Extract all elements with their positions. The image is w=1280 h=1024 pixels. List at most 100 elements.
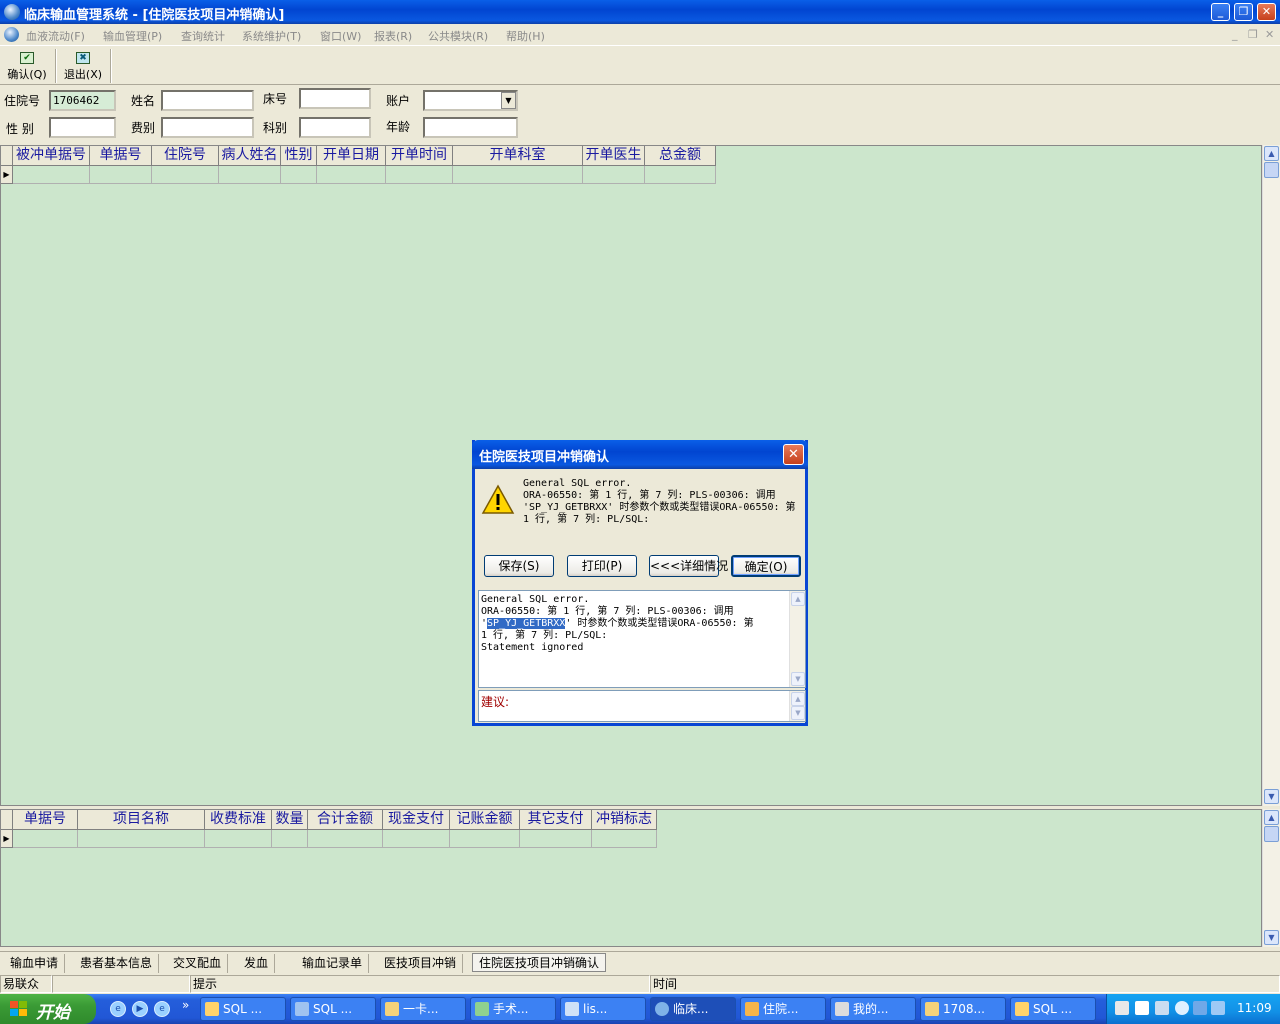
error-detail-textarea[interactable]: General SQL error. ORA-06550: 第 1 行, 第 7… bbox=[478, 590, 806, 688]
col-offset-flag[interactable]: 冲销标志 bbox=[592, 810, 657, 830]
bed-field[interactable] bbox=[299, 88, 371, 109]
fee-type-field[interactable] bbox=[161, 117, 254, 138]
table-cell[interactable] bbox=[386, 166, 453, 184]
connection-icon[interactable] bbox=[1211, 1001, 1225, 1015]
tab-transfusion-request[interactable]: 输血申请 bbox=[4, 954, 66, 973]
browser-icon[interactable]: e bbox=[154, 1001, 170, 1017]
col-order-doctor[interactable]: 开单医生 bbox=[583, 146, 645, 166]
col-gender[interactable]: 性别 bbox=[281, 146, 317, 166]
clock[interactable]: 11:09 bbox=[1237, 1001, 1272, 1015]
tab-transfusion-record[interactable]: 输血记录单 bbox=[296, 954, 370, 973]
menu-common-modules[interactable]: 公共模块(R) bbox=[428, 28, 488, 44]
table-cell[interactable] bbox=[90, 166, 152, 184]
taskbar-item[interactable]: SQL ... bbox=[1010, 997, 1096, 1021]
col-doc-no[interactable]: 单据号 bbox=[13, 810, 78, 830]
scroll-up-icon[interactable]: ▲ bbox=[791, 692, 805, 706]
taskbar-item[interactable]: SQL ... bbox=[290, 997, 376, 1021]
col-order-date[interactable]: 开单日期 bbox=[317, 146, 386, 166]
table-cell[interactable] bbox=[450, 830, 520, 848]
suggestion-textarea[interactable]: 建议: ▲ ▼ bbox=[478, 690, 806, 722]
scroll-down-icon[interactable]: ▼ bbox=[791, 706, 805, 720]
mdi-minimize-button[interactable]: _ bbox=[1232, 28, 1238, 41]
chevron-down-icon[interactable]: ▼ bbox=[501, 92, 516, 109]
table-cell[interactable] bbox=[219, 166, 281, 184]
menu-blood-flow[interactable]: 血液流动(F) bbox=[26, 28, 85, 44]
menu-query-stats[interactable]: 查询统计 bbox=[181, 28, 225, 44]
ok-button[interactable]: 确定(O) bbox=[731, 555, 801, 577]
table-cell[interactable] bbox=[583, 166, 645, 184]
col-fee-standard[interactable]: 收费标准 bbox=[205, 810, 272, 830]
suggestion-scrollbar[interactable]: ▲ ▼ bbox=[789, 691, 805, 721]
exit-button[interactable]: ✖ 退出(X) bbox=[58, 49, 108, 83]
scroll-down-icon[interactable]: ▼ bbox=[1264, 930, 1279, 945]
col-order-time[interactable]: 开单时间 bbox=[386, 146, 453, 166]
ie-icon[interactable]: e bbox=[110, 1001, 126, 1017]
scroll-up-icon[interactable]: ▲ bbox=[791, 592, 805, 606]
tab-cross-match[interactable]: 交叉配血 bbox=[167, 954, 229, 973]
table-cell[interactable] bbox=[13, 166, 90, 184]
scroll-down-icon[interactable]: ▼ bbox=[791, 672, 805, 686]
table-row[interactable]: ▶ bbox=[1, 166, 716, 184]
admission-no-field[interactable]: 1706462 bbox=[49, 90, 116, 111]
col-doc-no[interactable]: 单据号 bbox=[90, 146, 152, 166]
tab-inpatient-tech-offset-confirm[interactable]: 住院医技项目冲销确认 bbox=[472, 953, 607, 972]
table-cell[interactable] bbox=[520, 830, 592, 848]
age-field[interactable] bbox=[423, 117, 518, 138]
window-title-bar[interactable]: 临床输血管理系统 - [住院医技项目冲销确认] _ ❐ ✕ bbox=[0, 0, 1280, 24]
taskbar-item[interactable]: 手术... bbox=[470, 997, 556, 1021]
col-admission-no[interactable]: 住院号 bbox=[152, 146, 219, 166]
quicklaunch-more-icon[interactable]: » bbox=[182, 998, 189, 1012]
scroll-up-icon[interactable]: ▲ bbox=[1264, 810, 1279, 825]
close-button[interactable]: ✕ bbox=[1257, 3, 1276, 21]
taskbar-item[interactable]: 我的... bbox=[830, 997, 916, 1021]
menu-reports[interactable]: 报表(R) bbox=[374, 28, 412, 44]
shield-icon[interactable] bbox=[1193, 1001, 1207, 1015]
minimize-button[interactable]: _ bbox=[1211, 3, 1230, 21]
taskbar-item[interactable]: 1708... bbox=[920, 997, 1006, 1021]
help-icon[interactable] bbox=[1135, 1001, 1149, 1015]
print-button[interactable]: 打印(P) bbox=[567, 555, 637, 577]
table-cell[interactable] bbox=[13, 830, 78, 848]
details-button[interactable]: <<<详细情况 bbox=[649, 555, 728, 577]
table-cell[interactable] bbox=[317, 166, 386, 184]
table-cell[interactable] bbox=[383, 830, 450, 848]
taskbar-item[interactable]: 住院... bbox=[740, 997, 826, 1021]
top-grid-scrollbar[interactable]: ▲ ▼ bbox=[1262, 145, 1280, 806]
mdi-app-icon[interactable] bbox=[4, 27, 19, 42]
network-icon[interactable] bbox=[1155, 1001, 1169, 1015]
table-cell[interactable] bbox=[272, 830, 308, 848]
scroll-up-icon[interactable]: ▲ bbox=[1264, 146, 1279, 161]
col-quantity[interactable]: 数量 bbox=[272, 810, 308, 830]
col-cash-payment[interactable]: 现金支付 bbox=[383, 810, 450, 830]
dialog-close-button[interactable]: ✕ bbox=[783, 444, 804, 465]
table-cell[interactable] bbox=[453, 166, 583, 184]
mdi-restore-button[interactable]: ❐ bbox=[1248, 28, 1258, 41]
col-total-amount[interactable]: 合计金额 bbox=[308, 810, 383, 830]
dialog-title-bar[interactable]: 住院医技项目冲销确认 ✕ bbox=[472, 440, 808, 469]
table-cell[interactable] bbox=[592, 830, 657, 848]
col-account-amount[interactable]: 记账金额 bbox=[450, 810, 520, 830]
menu-transfusion-mgmt[interactable]: 输血管理(P) bbox=[103, 28, 162, 44]
detail-scrollbar[interactable]: ▲ ▼ bbox=[789, 591, 805, 687]
table-cell[interactable] bbox=[78, 830, 205, 848]
menu-window[interactable]: 窗口(W) bbox=[320, 28, 361, 44]
taskbar-item[interactable]: lis... bbox=[560, 997, 646, 1021]
name-field[interactable] bbox=[161, 90, 254, 111]
account-select[interactable]: ▼ bbox=[423, 90, 518, 111]
item-detail-grid[interactable]: 单据号 项目名称 收费标准 数量 合计金额 现金支付 记账金额 其它支付 冲销标… bbox=[0, 809, 1262, 947]
col-other-payment[interactable]: 其它支付 bbox=[520, 810, 592, 830]
restore-button[interactable]: ❐ bbox=[1234, 3, 1253, 21]
save-button[interactable]: 保存(S) bbox=[484, 555, 554, 577]
col-patient-name[interactable]: 病人姓名 bbox=[219, 146, 281, 166]
col-item-name[interactable]: 项目名称 bbox=[78, 810, 205, 830]
table-cell[interactable] bbox=[281, 166, 317, 184]
table-cell[interactable] bbox=[308, 830, 383, 848]
gender-field[interactable] bbox=[49, 117, 116, 138]
scroll-thumb[interactable] bbox=[1264, 826, 1279, 842]
dept-field[interactable] bbox=[299, 117, 371, 138]
start-button[interactable]: 开始 bbox=[0, 994, 96, 1024]
table-cell[interactable] bbox=[645, 166, 716, 184]
scroll-thumb[interactable] bbox=[1264, 162, 1279, 178]
tab-tech-offset[interactable]: 医技项目冲销 bbox=[378, 954, 464, 973]
expand-tray-icon[interactable] bbox=[1175, 1001, 1189, 1015]
